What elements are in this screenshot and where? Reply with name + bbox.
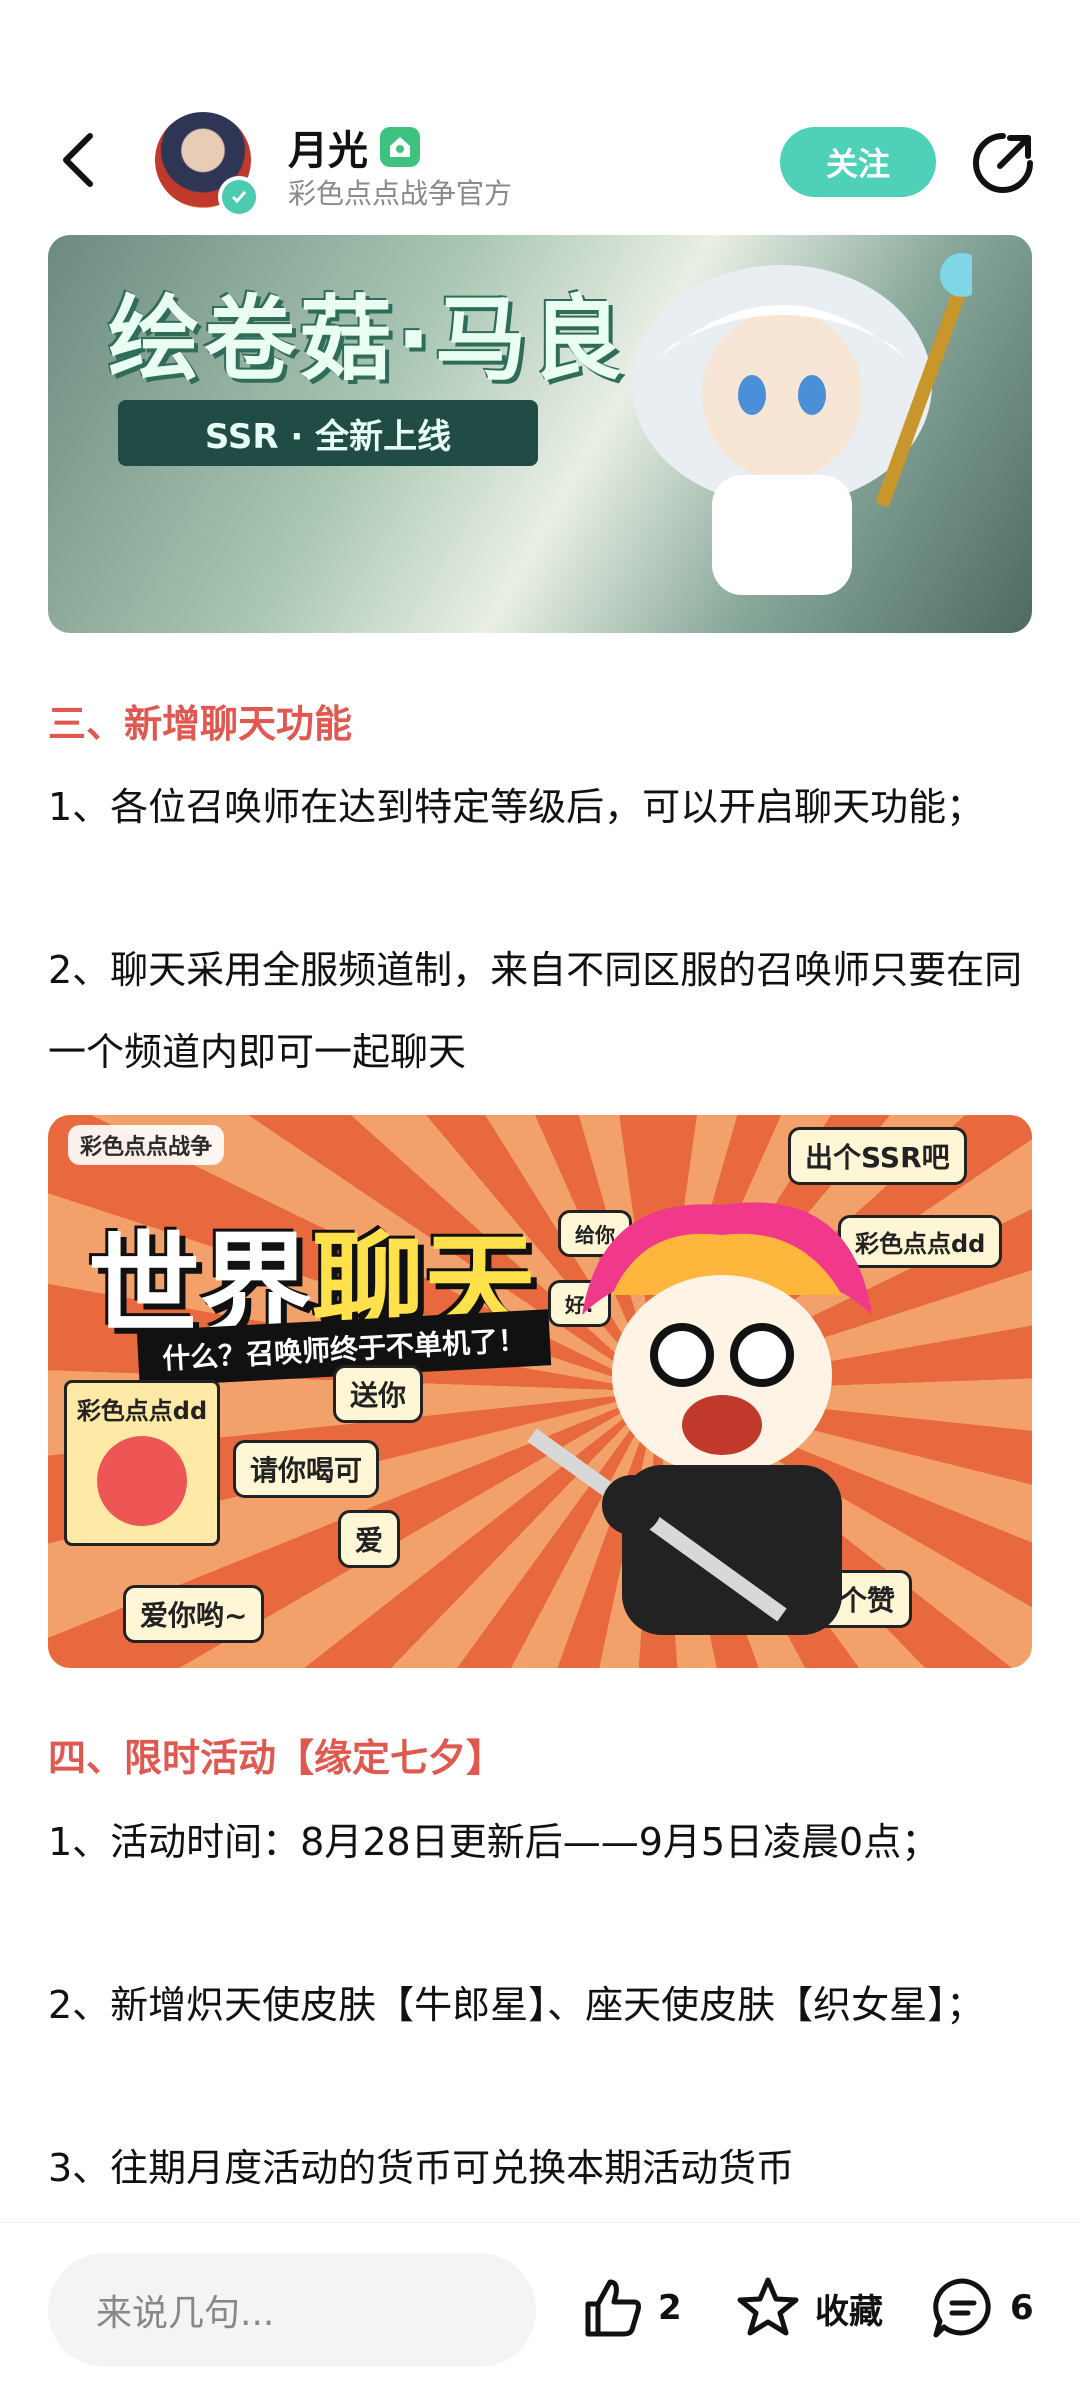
paragraph: 1、各位召唤师在达到特定等级后，可以开启聊天功能；	[48, 785, 985, 829]
chat-bubble: 爱你哟~	[123, 1585, 265, 1643]
post-detail-page: 月光 彩色点点战争官方 关注 绘卷菇·马良 SSR · 全新上线 三、新增聊天功…	[0, 0, 1080, 2400]
follow-button[interactable]: 关注	[780, 127, 936, 197]
banner-hero-image: 绘卷菇·马良 SSR · 全新上线	[48, 235, 1032, 633]
thumbs-up-icon	[585, 2279, 641, 2337]
chevron-left-icon	[63, 133, 93, 187]
bottom-action-bar: 来说几句... 2 收藏 6	[0, 2222, 1080, 2400]
star-icon	[737, 2277, 799, 2336]
comment-input[interactable]: 来说几句...	[48, 2253, 536, 2367]
section-title-event: 四、限时活动【缘定七夕】	[48, 1736, 505, 1780]
rocker-character-illustration	[527, 1202, 872, 1635]
comment-count: 6	[1010, 2288, 1034, 2328]
banner-subtitle: SSR · 全新上线	[118, 400, 538, 466]
share-icon	[973, 133, 1033, 193]
chat-bubble: 爱	[338, 1510, 401, 1568]
author-name[interactable]: 月光	[288, 118, 420, 176]
like-button[interactable]: 2	[580, 2273, 682, 2343]
author-name-label: 月光	[288, 128, 368, 174]
comment-icon	[933, 2278, 991, 2338]
verified-icon	[218, 176, 260, 218]
share-button[interactable]	[970, 130, 1036, 196]
paragraph: 1、活动时间：8月28日更新后——9月5日凌晨0点；	[48, 1820, 940, 1864]
author-subtitle: 彩色点点战争官方	[288, 177, 513, 210]
paragraph: 3、往期月度活动的货币可兑换本期活动货币	[48, 2146, 795, 2190]
chat-bubble: 送你	[333, 1365, 424, 1423]
character-illustration	[632, 253, 972, 595]
favorite-button[interactable]: 收藏	[735, 2273, 883, 2343]
character-card-label: 彩色点点dd	[76, 1397, 208, 1425]
section-title-chat: 三、新增聊天功能	[48, 702, 353, 746]
chat-bubble: 请你喝可	[233, 1440, 380, 1498]
official-badge-icon	[380, 127, 420, 167]
like-count: 2	[658, 2288, 682, 2328]
banner-title: 绘卷菇·马良	[108, 286, 627, 393]
back-button[interactable]	[48, 120, 108, 200]
game-logo: 彩色点点战争	[68, 1125, 225, 1165]
banner-world-chat-image: 彩色点点战争 世界聊天 什么？召唤师终于不单机了！ 彩色点点dd 出个SSR吧 …	[48, 1115, 1032, 1668]
character-card: 彩色点点dd	[64, 1380, 220, 1546]
top-bar: 月光 彩色点点战争官方 关注	[0, 0, 1080, 230]
comment-button[interactable]: 6	[930, 2273, 1034, 2343]
paragraph: 2、新增炽天使皮肤【牛郎星】、座天使皮肤【织女星】；	[48, 1983, 985, 2027]
favorite-label: 收藏	[815, 2291, 883, 2332]
paragraph: 2、聊天采用全服频道制，来自不同区服的召唤师只要在同一个频道内即可一起聊天	[48, 948, 1023, 1074]
